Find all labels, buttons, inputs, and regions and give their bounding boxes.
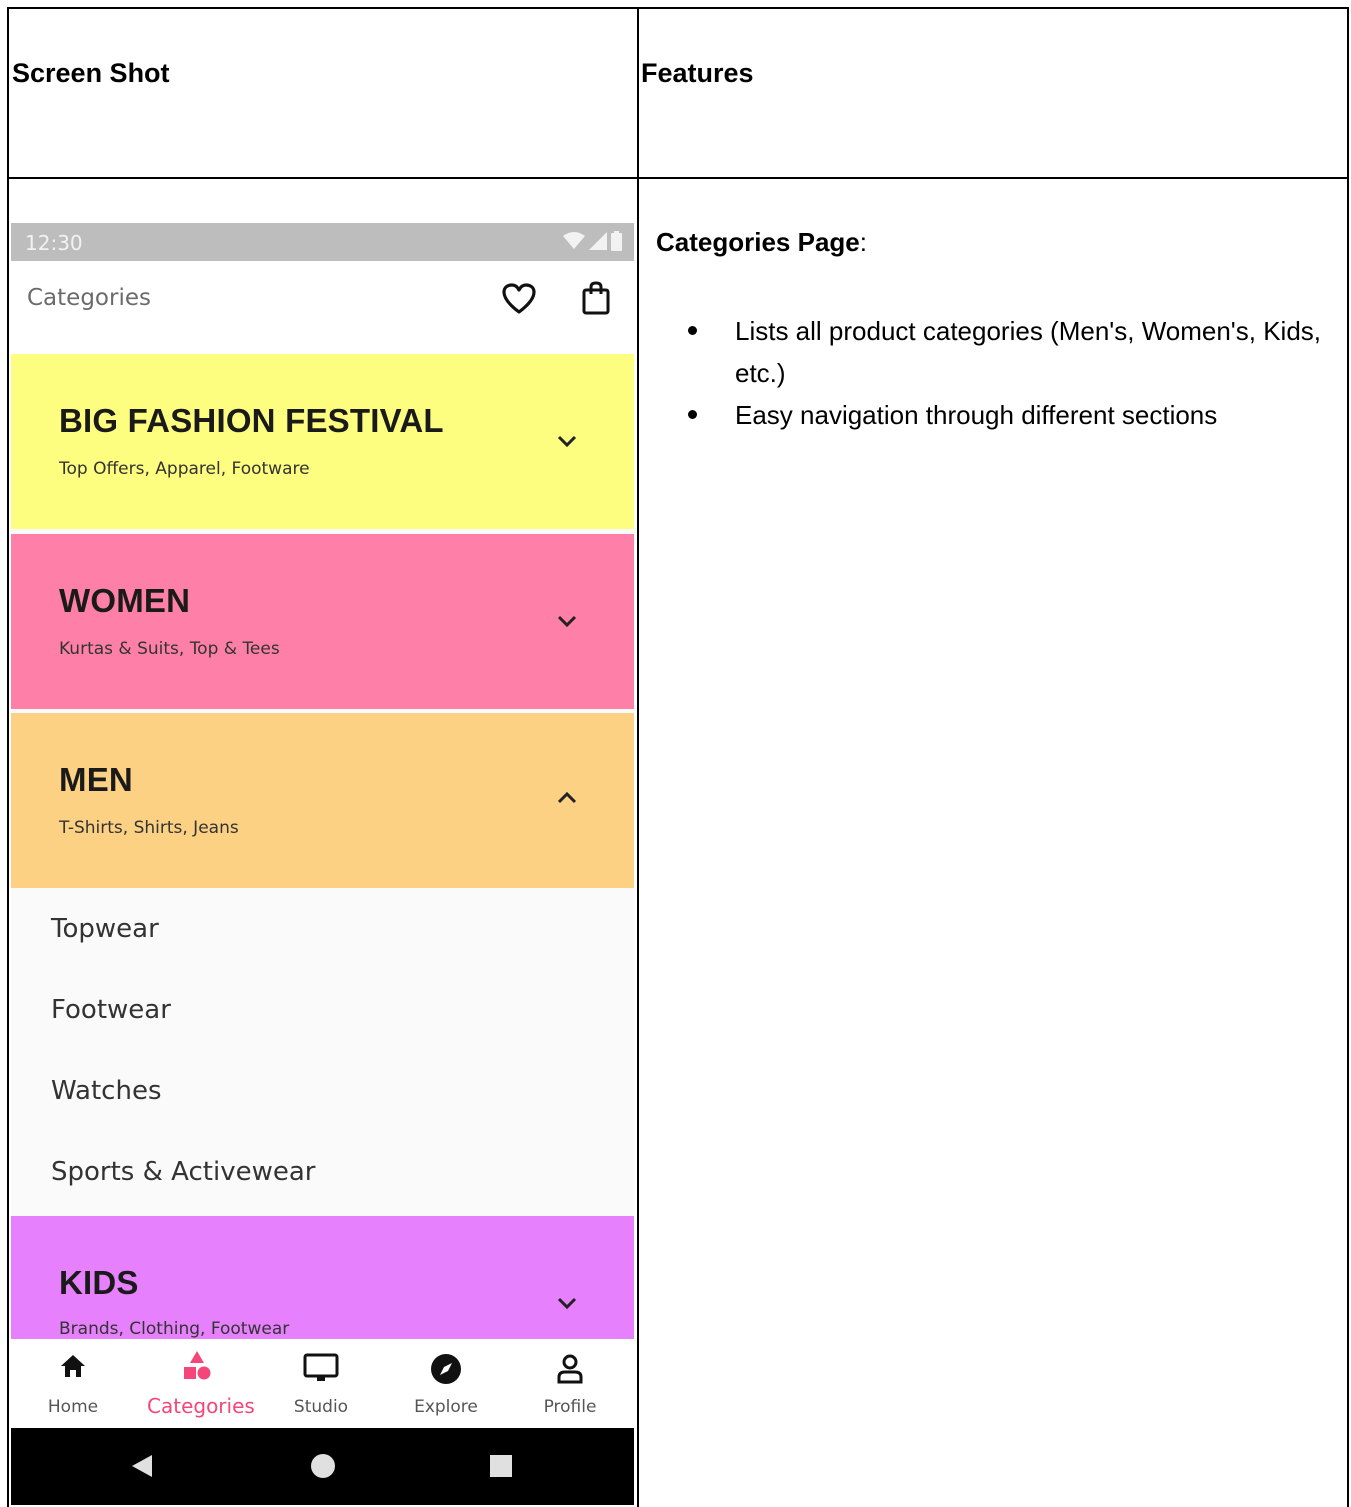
- nav-studio[interactable]: Studio: [271, 1339, 371, 1428]
- features-heading-colon: :: [859, 227, 867, 257]
- category-title: MEN: [59, 761, 133, 798]
- nav-label: Home: [47, 1397, 99, 1417]
- feature-text: Lists all product categories (Men's, Wom…: [735, 316, 1322, 388]
- category-men[interactable]: MEN T-Shirts, Shirts, Jeans: [11, 713, 634, 888]
- features-list: Lists all product categories (Men's, Wom…: [688, 310, 1348, 436]
- column-divider: [637, 9, 639, 1507]
- status-bar: 12:30: [11, 223, 634, 261]
- subcategory-footwear[interactable]: Footwear: [51, 995, 171, 1025]
- category-subtitle: Top Offers, Apparel, Footware: [59, 459, 310, 479]
- heart-icon[interactable]: [502, 283, 536, 315]
- home-circle-icon[interactable]: [310, 1453, 336, 1479]
- category-title: KIDS: [59, 1264, 139, 1301]
- chevron-down-icon[interactable]: [556, 434, 578, 448]
- header-screenshot: Screen Shot: [12, 58, 170, 88]
- status-time: 12:30: [25, 231, 83, 255]
- features-heading-title: Categories Page: [656, 227, 860, 257]
- studio-icon: [303, 1353, 339, 1381]
- profile-icon: [557, 1354, 583, 1384]
- chevron-down-icon[interactable]: [556, 1296, 578, 1310]
- nav-categories[interactable]: Categories: [147, 1339, 255, 1428]
- nav-explore[interactable]: Explore: [396, 1339, 496, 1428]
- category-subtitle: T-Shirts, Shirts, Jeans: [59, 818, 239, 838]
- features-heading: Categories Page:: [656, 227, 867, 258]
- header-row-divider: [9, 177, 1347, 179]
- bottom-navigation: Home Categories Studio Explore Profile: [11, 1339, 634, 1428]
- nav-label: Categories: [147, 1394, 255, 1418]
- explore-icon: [431, 1354, 461, 1384]
- bullet: [688, 410, 697, 419]
- recents-icon[interactable]: [489, 1454, 513, 1478]
- home-icon: [61, 1355, 85, 1377]
- chevron-up-icon[interactable]: [556, 791, 578, 805]
- phone-screenshot: 12:30 Categories BIG FASHION FESTIVAL To…: [11, 223, 634, 1505]
- chevron-down-icon[interactable]: [556, 614, 578, 628]
- signal-icon: [589, 232, 607, 250]
- categories-icon: [184, 1351, 211, 1380]
- shopping-bag-icon[interactable]: [582, 281, 610, 315]
- feature-item: Easy navigation through different sectio…: [688, 394, 1348, 436]
- category-big-fashion-festival[interactable]: BIG FASHION FESTIVAL Top Offers, Apparel…: [11, 354, 634, 529]
- back-icon[interactable]: [130, 1453, 154, 1479]
- nav-label: Studio: [293, 1397, 349, 1417]
- subcategory-watches[interactable]: Watches: [51, 1076, 162, 1106]
- category-title: BIG FASHION FESTIVAL: [59, 402, 444, 439]
- app-bar: Categories: [11, 261, 634, 354]
- battery-icon: [611, 231, 622, 251]
- page-title: Categories: [27, 285, 151, 311]
- category-women[interactable]: WOMEN Kurtas & Suits, Top & Tees: [11, 534, 634, 709]
- status-icons: [563, 231, 622, 251]
- category-title: WOMEN: [59, 582, 191, 619]
- feature-text: Easy navigation through different sectio…: [735, 400, 1218, 430]
- feature-item: Lists all product categories (Men's, Wom…: [688, 310, 1348, 394]
- category-subtitle: Brands, Clothing, Footwear: [59, 1319, 290, 1339]
- category-subtitle: Kurtas & Suits, Top & Tees: [59, 639, 280, 659]
- nav-home[interactable]: Home: [23, 1339, 123, 1428]
- subcategory-sports-activewear[interactable]: Sports & Activewear: [51, 1157, 315, 1187]
- wifi-icon: [563, 232, 585, 249]
- men-subcategory-list: Topwear Footwear Watches Sports & Active…: [11, 888, 634, 1218]
- header-features: Features: [641, 58, 754, 88]
- system-navigation-bar: [11, 1428, 634, 1505]
- nav-label: Profile: [543, 1397, 597, 1417]
- nav-profile[interactable]: Profile: [520, 1339, 620, 1428]
- bullet: [688, 326, 697, 335]
- nav-label: Explore: [414, 1397, 478, 1417]
- subcategory-topwear[interactable]: Topwear: [51, 914, 159, 944]
